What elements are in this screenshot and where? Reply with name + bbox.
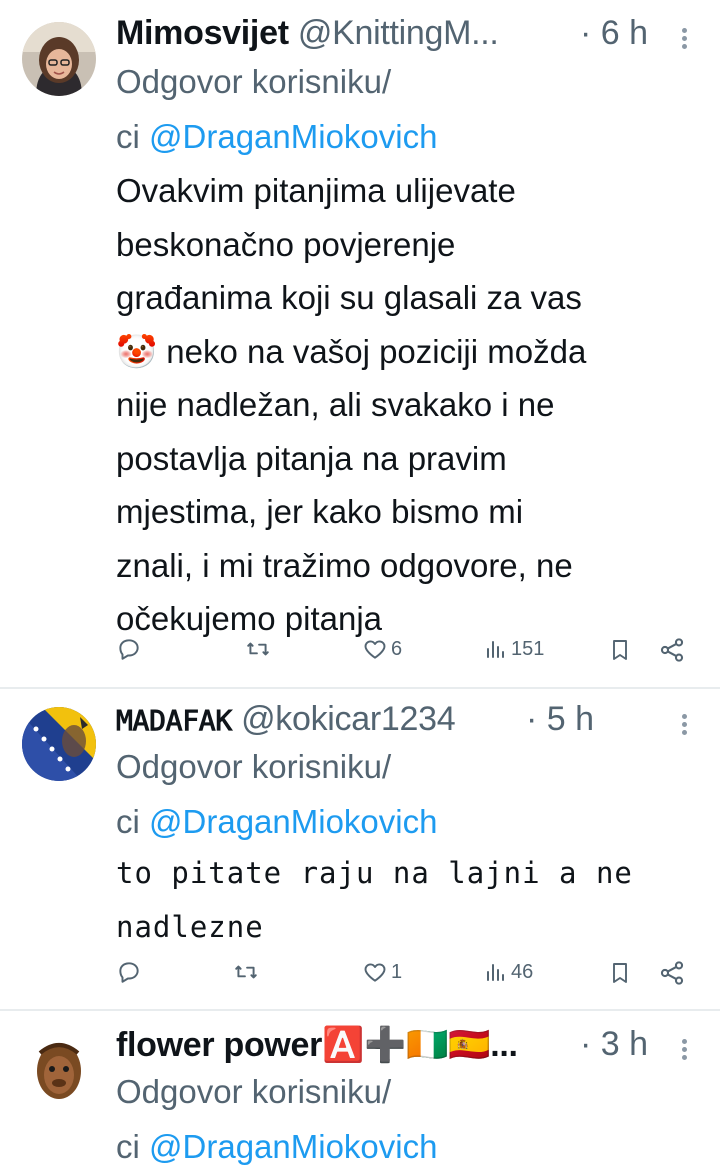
more-icon[interactable] <box>682 25 690 52</box>
share-icon <box>660 638 684 662</box>
retweet-icon <box>247 642 269 656</box>
views-icon <box>487 964 504 981</box>
reply-prefix: Odgovor korisniku/ <box>116 63 392 100</box>
retweet-button[interactable] <box>244 636 272 662</box>
reply-icon <box>119 639 139 660</box>
retweet-icon <box>235 965 257 979</box>
handle[interactable]: @KnittingM... <box>298 14 499 52</box>
reply-icon <box>119 962 139 983</box>
bookmark-button[interactable] <box>608 636 632 664</box>
text-line: postavlja pitanja na pravim <box>116 439 507 477</box>
bookmark-icon <box>613 640 627 660</box>
avatar[interactable] <box>22 22 96 96</box>
text-line: beskonačno povjerenje <box>116 225 456 263</box>
reply-prefix: Odgovor korisniku/ <box>116 1073 392 1110</box>
bookmark-icon <box>613 963 627 983</box>
tweet-text: Ovakvim pitanjima ulijevate beskonačno p… <box>116 164 686 646</box>
reply-prefix: Odgovor korisniku/ <box>116 748 392 785</box>
like-button[interactable]: 6 <box>362 636 402 662</box>
mention-link[interactable]: @DraganMiokovich <box>149 118 437 155</box>
text-line: nije nadležan, ali svakako i ne <box>116 386 555 423</box>
text-line: Ovakvim pitanjima ulijevate <box>116 172 516 209</box>
tweet-3[interactable]: flower power🅰️➕🇨🇮🇪🇸... · 3 h Odgovor kor… <box>0 1011 720 1170</box>
mention-link[interactable]: @DraganMiokovich <box>149 1128 437 1165</box>
action-bar: 6 151 <box>116 636 690 676</box>
avatar[interactable] <box>22 1033 96 1107</box>
share-button[interactable] <box>658 959 686 987</box>
mention-link[interactable]: @DraganMiokovich <box>149 803 437 840</box>
like-count: 1 <box>391 960 403 983</box>
timestamp[interactable]: · 3 h <box>580 1025 648 1064</box>
display-name[interactable]: Mimosvijet @KnittingM... <box>116 14 499 53</box>
reply-prefix-cont: ci <box>116 803 140 840</box>
heart-icon <box>364 640 386 659</box>
text-line: nadlezne <box>116 910 264 944</box>
avatar[interactable] <box>22 707 96 781</box>
display-name-text[interactable]: flower power🅰️➕🇨🇮🇪🇸... <box>116 1026 518 1064</box>
display-name-text[interactable]: Mimosvijet <box>116 14 289 52</box>
reply-context: Odgovor korisniku/ ci @DraganMiokovich <box>116 739 437 849</box>
reply-button[interactable] <box>116 636 142 662</box>
retweet-button[interactable] <box>232 959 260 985</box>
display-name[interactable]: flower power🅰️➕🇨🇮🇪🇸... <box>116 1025 518 1065</box>
text-line: mjestima, jer kako bismo mi <box>116 493 524 530</box>
timestamp[interactable]: · 6 h <box>580 14 648 53</box>
text-line: građanima koji su glasali za vas <box>116 279 582 316</box>
tweet-1[interactable]: Mimosvijet @KnittingM... · 6 h Odgovor k… <box>0 0 720 688</box>
bookmark-button[interactable] <box>608 959 632 987</box>
share-icon <box>660 961 684 985</box>
tweet-text: to pitate raju na lajni a ne nadlezne <box>116 846 686 954</box>
heart-icon <box>364 963 386 982</box>
reply-context: Odgovor korisniku/ ci @DraganMiokovich <box>116 54 437 164</box>
text-line: to pitate raju na lajni a ne <box>116 856 633 890</box>
action-bar: 1 46 <box>116 959 690 999</box>
display-name[interactable]: 𝙼𝙰𝙳𝙰𝙵𝙰𝙺 @kokicar1234 <box>116 700 456 739</box>
tweet-2[interactable]: 𝙼𝙰𝙳𝙰𝙵𝙰𝙺 @kokicar1234 · 5 h Odgovor koris… <box>0 689 720 1009</box>
text-line: znali, i mi tražimo odgovore, ne <box>116 546 573 584</box>
text-line: 🤡 neko na vašoj poziciji možda <box>116 332 587 370</box>
reply-prefix-cont: ci <box>116 1128 140 1165</box>
like-button[interactable]: 1 <box>362 959 402 985</box>
reply-context: Odgovor korisniku/ ci @DraganMiokovich <box>116 1064 437 1174</box>
reply-prefix-cont: ci <box>116 118 140 155</box>
more-icon[interactable] <box>682 1036 690 1063</box>
views-button[interactable]: 151 <box>484 636 544 662</box>
more-icon[interactable] <box>682 711 690 738</box>
display-name-text[interactable]: 𝙼𝙰𝙳𝙰𝙵𝙰𝙺 <box>116 704 232 737</box>
view-count: 46 <box>511 960 534 983</box>
like-count: 6 <box>391 637 403 660</box>
handle[interactable]: @kokicar1234 <box>241 700 456 738</box>
views-icon <box>487 641 504 658</box>
timestamp[interactable]: · 5 h <box>526 700 594 739</box>
reply-button[interactable] <box>116 959 142 985</box>
view-count: 151 <box>511 637 545 660</box>
share-button[interactable] <box>658 636 686 664</box>
views-button[interactable]: 46 <box>484 959 533 985</box>
